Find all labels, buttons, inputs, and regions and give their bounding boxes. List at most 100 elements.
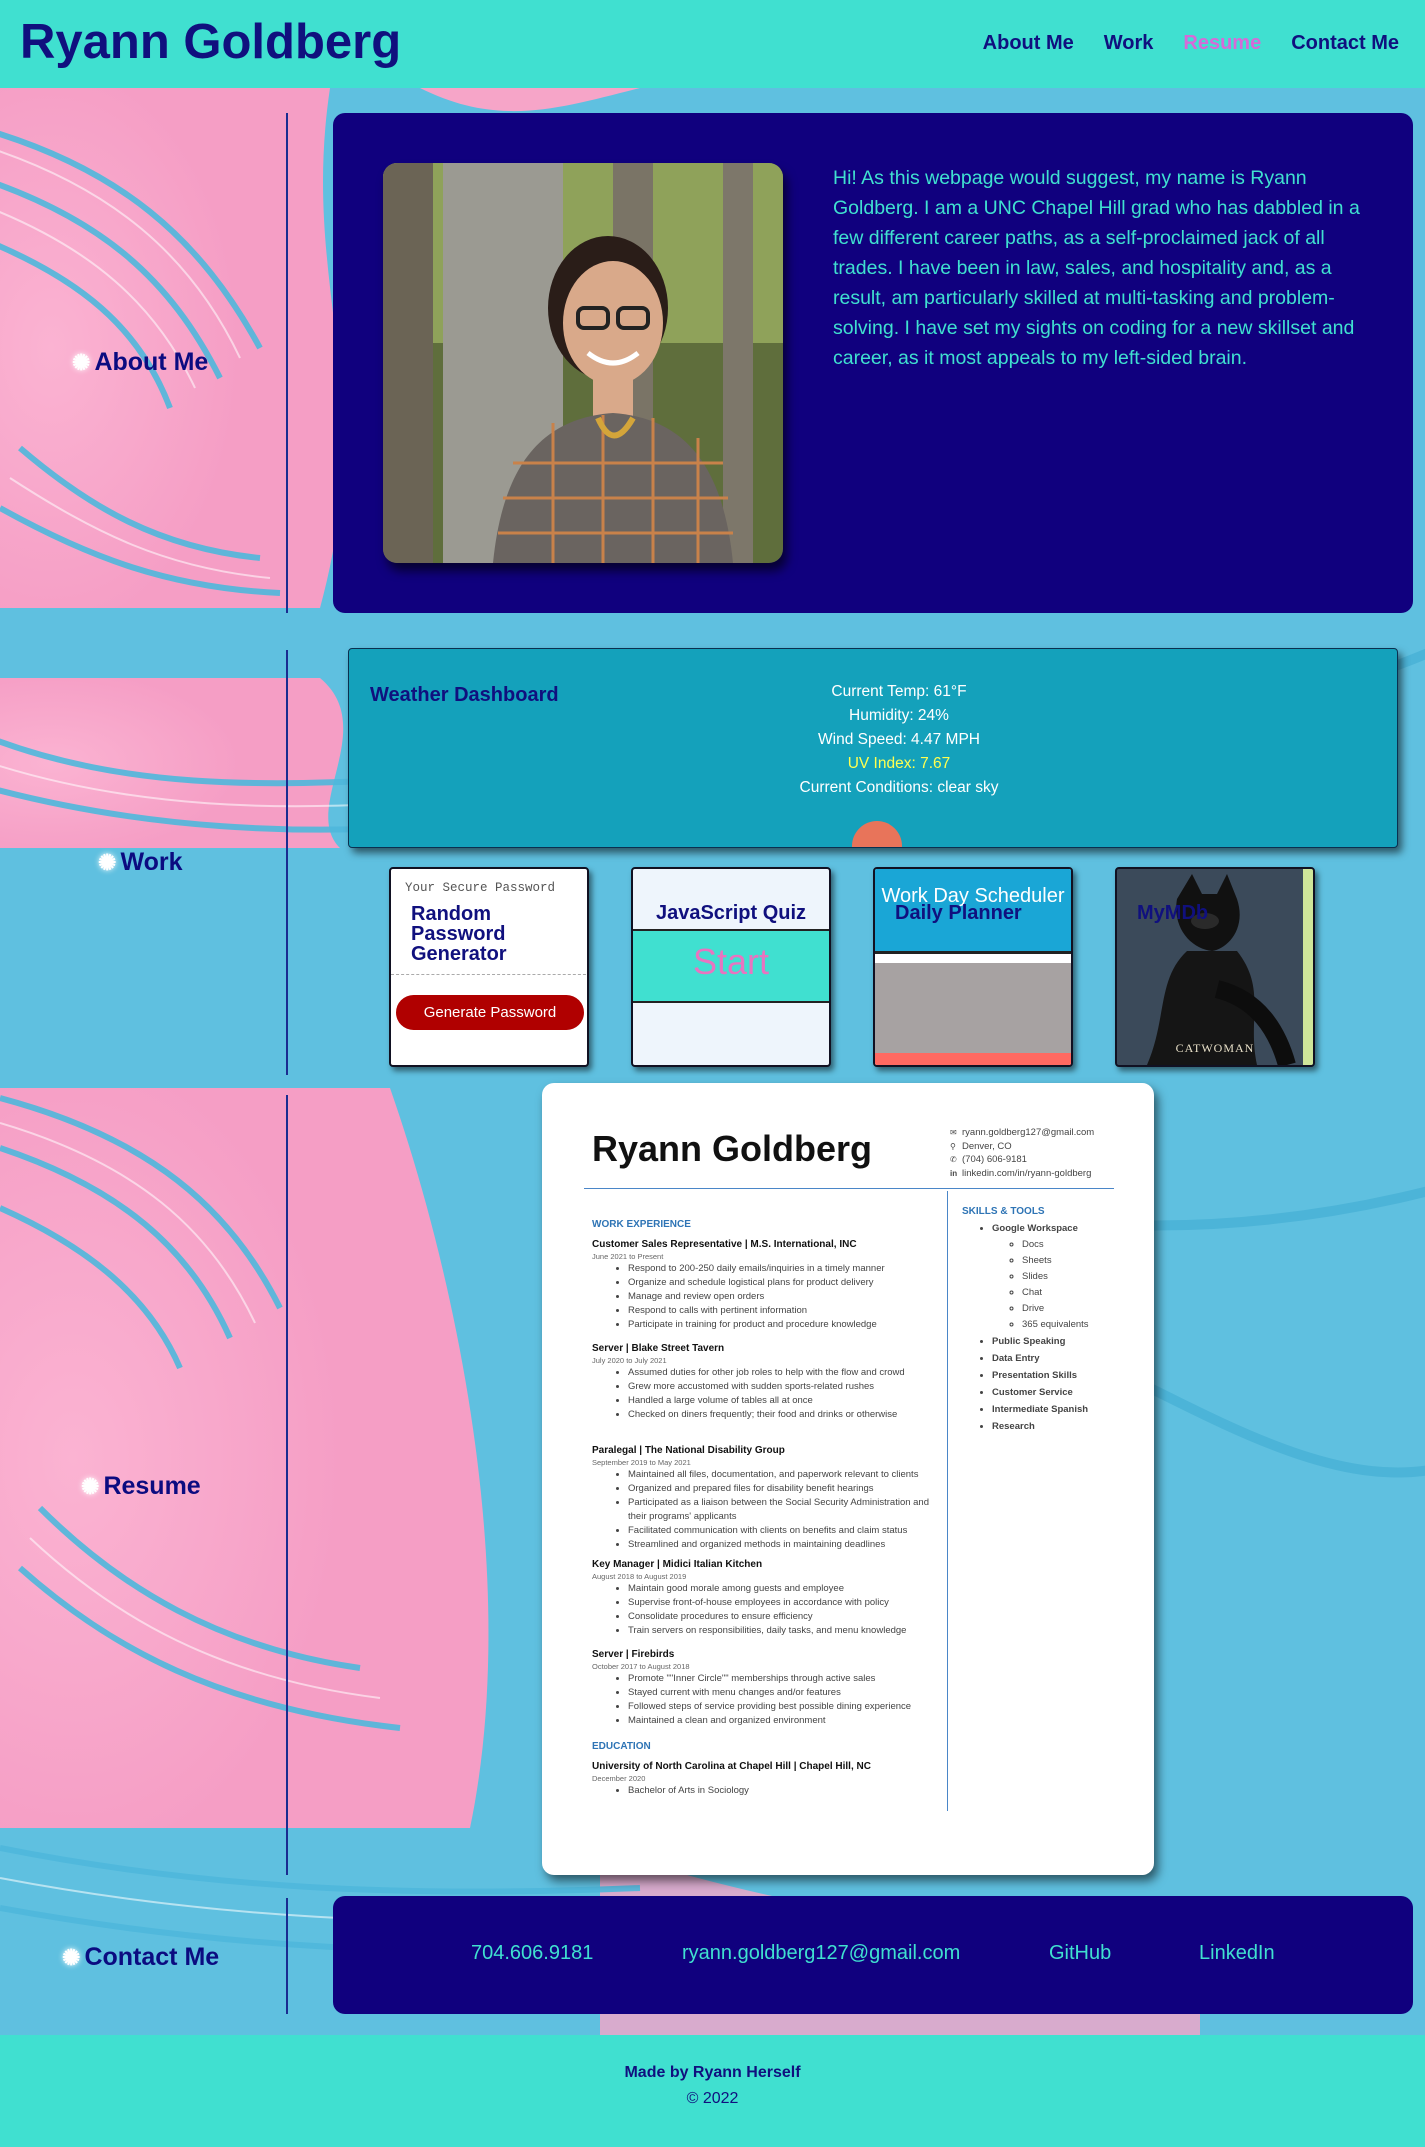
- job-dates: June 2021 to Present: [592, 1252, 664, 1261]
- job-bullet: Followed steps of service providing best…: [628, 1700, 937, 1714]
- resume-column-rule: [947, 1191, 948, 1811]
- linkedin-link[interactable]: LinkedIn: [1199, 1942, 1275, 1965]
- about-bio: Hi! As this webpage would suggest, my na…: [833, 167, 1360, 369]
- location-pin-icon: ⚲: [950, 1141, 956, 1151]
- about-me-section-label: ✺ About Me: [72, 348, 208, 377]
- job-bullet: Participate in training for product and …: [628, 1318, 937, 1332]
- job-bullet: Assumed duties for other job roles to he…: [628, 1366, 937, 1380]
- education-heading: EDUCATION: [592, 1741, 651, 1752]
- contact-phone-link[interactable]: 704.606.9181: [471, 1942, 593, 1965]
- javascript-quiz-card[interactable]: JavaScript Quiz Start: [631, 867, 831, 1067]
- site-title: Ryann Goldberg: [20, 15, 402, 69]
- resume-document[interactable]: Ryann Goldberg ✉ ryann.goldberg127@gmail.…: [542, 1083, 1154, 1875]
- daily-planner-card[interactable]: Work Day Scheduler Daily Planner: [873, 867, 1073, 1067]
- job-bullet: Stayed current with menu changes and/or …: [628, 1686, 937, 1700]
- contact-section-label: ✺ Contact Me: [62, 1943, 219, 1972]
- javascript-quiz-title: JavaScript Quiz: [655, 902, 807, 924]
- skill-item: Google Workspace Docs Sheets Slides Chat…: [992, 1220, 1132, 1333]
- job-bullet: Respond to calls with pertinent informat…: [628, 1304, 937, 1318]
- site-header: Ryann Goldberg About Me Work Resume Cont…: [0, 0, 1425, 88]
- sun-bullet-icon: ✺: [62, 1944, 81, 1970]
- job-bullet: Maintained a clean and organized environ…: [628, 1714, 937, 1728]
- tool-item: Docs: [1022, 1237, 1132, 1253]
- nav-work[interactable]: Work: [1104, 32, 1154, 55]
- job-title: Key Manager | Midici Italian Kitchen: [592, 1559, 763, 1570]
- about-me-label-text: About Me: [94, 348, 209, 376]
- job-bullet: Manage and review open orders: [628, 1290, 937, 1304]
- skill-item: Presentation Skills: [992, 1367, 1132, 1384]
- quiz-start-button[interactable]: Start: [633, 941, 829, 983]
- footer-credit: Made by Ryann Herself: [624, 2064, 801, 2081]
- job-bullets: Respond to 200-250 daily emails/inquirie…: [592, 1262, 937, 1332]
- resume-name: Ryann Goldberg: [592, 1128, 873, 1169]
- weather-dashboard-card[interactable]: Weather Dashboard Current Temp: 61°F Hum…: [348, 648, 1398, 848]
- weather-readout: Current Temp: 61°F Humidity: 24% Wind Sp…: [749, 680, 1049, 800]
- education-bullet: Bachelor of Arts in Sociology: [628, 1784, 937, 1798]
- mymdb-card[interactable]: MyMDb CATWOMAN: [1115, 867, 1315, 1067]
- catwoman-poster: [1117, 869, 1313, 1065]
- resume-rule: [584, 1188, 1114, 1189]
- resume-label-text: Resume: [103, 1472, 201, 1500]
- sun-bullet-icon: ✺: [72, 349, 91, 375]
- skill-item: Customer Service: [992, 1384, 1132, 1401]
- resume-left-column: WORK EXPERIENCE Customer Sales Represent…: [592, 1210, 937, 1798]
- mymdb-title: MyMDb: [1137, 902, 1209, 924]
- job-title: Paralegal | The National Disability Grou…: [592, 1445, 785, 1456]
- tool-item: Sheets: [1022, 1253, 1132, 1269]
- daily-planner-title: Daily Planner: [895, 902, 1022, 924]
- education-title: University of North Carolina at Chapel H…: [592, 1761, 871, 1772]
- contact-email-link[interactable]: ryann.goldberg127@gmail.com: [682, 1942, 960, 1965]
- resume-section-label: ✺ Resume: [81, 1472, 201, 1501]
- job-bullet: Consolidate procedures to ensure efficie…: [628, 1610, 937, 1624]
- skills-list: Google Workspace Docs Sheets Slides Chat…: [962, 1220, 1132, 1435]
- job-bullets: Promote ""Inner Circle"" memberships thr…: [592, 1672, 937, 1728]
- phone-icon: ✆: [950, 1155, 957, 1164]
- job-bullets: Maintain good morale among guests and em…: [592, 1582, 937, 1638]
- email-icon: ✉: [950, 1128, 957, 1137]
- current-temp: Current Temp: 61°F: [831, 683, 967, 700]
- password-placeholder: Your Secure Password: [405, 881, 556, 895]
- resume-contact: ✉ ryann.goldberg127@gmail.com ⚲ Denver, CO…: [950, 1126, 1094, 1180]
- site-footer: Made by Ryann Herself © 2022: [0, 2035, 1425, 2147]
- job-bullet: Promote ""Inner Circle"" memberships thr…: [628, 1672, 937, 1686]
- section-divider: [286, 113, 288, 613]
- job-bullet: Participated as a liaison between the So…: [628, 1496, 937, 1524]
- job-bullets: Maintained all files, documentation, and…: [592, 1468, 937, 1552]
- linkedin-icon: in: [950, 1168, 958, 1178]
- github-link[interactable]: GitHub: [1049, 1942, 1111, 1965]
- section-divider: [286, 650, 288, 1075]
- job-bullet: Facilitated communication with clients o…: [628, 1524, 937, 1538]
- footer-copyright: © 2022: [686, 2090, 739, 2107]
- tool-item: Slides: [1022, 1269, 1132, 1285]
- humidity: Humidity: 24%: [849, 707, 949, 724]
- education-bullets: Bachelor of Arts in Sociology: [592, 1784, 937, 1798]
- job-bullet: Organized and prepared files for disabil…: [628, 1482, 937, 1496]
- tool-item: Chat: [1022, 1285, 1132, 1301]
- password-generator-title: Random Password Generator: [411, 903, 507, 965]
- nav-about-me[interactable]: About Me: [983, 32, 1074, 55]
- resume-phone: (704) 606-9181: [962, 1154, 1027, 1165]
- password-generator-card[interactable]: Your Secure Password Random Password Gen…: [389, 867, 589, 1067]
- work-label-text: Work: [120, 848, 183, 876]
- skills-heading: SKILLS & TOOLS: [962, 1206, 1045, 1217]
- profile-photo: [383, 163, 783, 563]
- generate-password-button[interactable]: Generate Password: [396, 995, 584, 1030]
- resume-email: ryann.goldberg127@gmail.com: [962, 1127, 1095, 1138]
- job-dates: July 2020 to July 2021: [592, 1356, 667, 1365]
- contact-card: 704.606.9181 ryann.goldberg127@gmail.com…: [333, 1896, 1413, 2014]
- sun-bullet-icon: ✺: [98, 849, 117, 875]
- job-bullet: Respond to 200-250 daily emails/inquirie…: [628, 1262, 937, 1276]
- job-dates: September 2019 to May 2021: [592, 1458, 691, 1467]
- nav-contact-me[interactable]: Contact Me: [1291, 32, 1399, 55]
- job-title: Server | Blake Street Tavern: [592, 1343, 725, 1354]
- resume-location: Denver, CO: [962, 1140, 1012, 1152]
- job-dates: August 2018 to August 2019: [592, 1572, 687, 1581]
- main-nav: About Me Work Resume Contact Me: [983, 32, 1399, 55]
- section-divider: [286, 1898, 288, 2014]
- job-bullet: Maintained all files, documentation, and…: [628, 1468, 937, 1482]
- sun-icon: [852, 821, 902, 847]
- uv-index: UV Index: 7.67: [847, 755, 951, 772]
- job-bullet: Organize and schedule logistical plans f…: [628, 1276, 937, 1290]
- nav-resume[interactable]: Resume: [1183, 32, 1261, 55]
- current-conditions: Current Conditions: clear sky: [799, 779, 999, 796]
